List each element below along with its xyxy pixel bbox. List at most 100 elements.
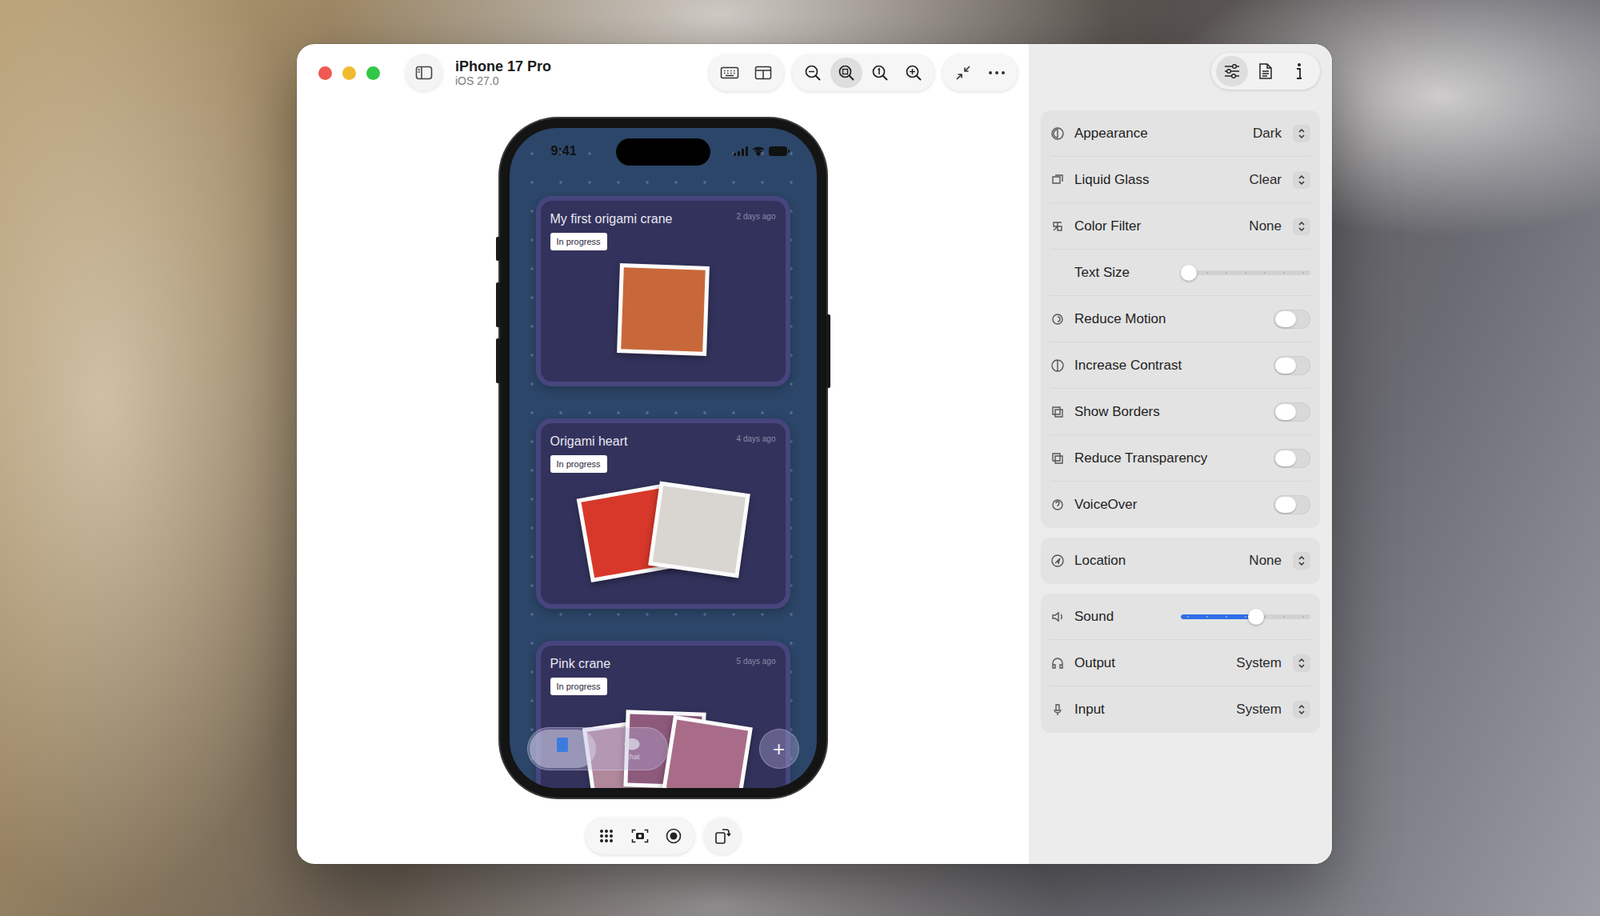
inspector-tab[interactable] xyxy=(1283,56,1316,87)
settings-row: Increase Contrast xyxy=(1050,342,1311,389)
setting-icon xyxy=(1050,265,1065,280)
minimize-button[interactable] xyxy=(342,66,356,80)
chat-icon xyxy=(623,737,641,752)
toggle-knob xyxy=(1275,496,1296,513)
photo-stack xyxy=(550,480,776,601)
record-button[interactable] xyxy=(657,820,690,852)
device-stage: 9:41 My first origami crane2 days agoIn p… xyxy=(296,101,1029,798)
settings-row: Text Size xyxy=(1050,249,1311,296)
keyboard-button[interactable] xyxy=(713,57,746,88)
setting-icon xyxy=(1050,553,1065,568)
settings-row: Color FilterNone xyxy=(1050,203,1311,250)
app-grid-icon xyxy=(599,828,614,844)
sidebar-toggle-button[interactable] xyxy=(405,54,443,92)
settings-list: AppearanceDarkLiquid GlassClearColor Fil… xyxy=(1040,110,1320,733)
setting-slider[interactable] xyxy=(1180,264,1311,282)
setting-label: Text Size xyxy=(1074,264,1172,281)
project-card[interactable]: My first origami crane2 days agoIn progr… xyxy=(536,196,791,387)
status-time: 9:41 xyxy=(551,144,577,159)
setting-icon xyxy=(1050,656,1065,671)
settings-row: Location None xyxy=(1050,537,1311,584)
layout-button[interactable] xyxy=(747,57,780,88)
chevron-updown-icon xyxy=(1297,555,1306,567)
inspector-tab[interactable] xyxy=(1249,56,1282,87)
setting-icon xyxy=(1050,219,1065,234)
slider-thumb[interactable] xyxy=(1180,264,1197,281)
slider-track xyxy=(1180,614,1311,620)
zoom-button[interactable] xyxy=(830,57,863,88)
more-button[interactable] xyxy=(980,57,1013,88)
signal-icon xyxy=(733,146,748,156)
photo[interactable] xyxy=(648,481,751,579)
popup-button[interactable] xyxy=(1292,552,1311,570)
setting-icon xyxy=(1050,312,1065,327)
setting-icon xyxy=(1050,451,1065,466)
zoom-button[interactable] xyxy=(864,57,896,88)
setting-value[interactable]: System xyxy=(1236,701,1282,718)
zoom-button[interactable] xyxy=(897,57,930,88)
chevron-updown-icon xyxy=(1297,220,1306,232)
rotate-button[interactable] xyxy=(704,817,741,855)
setting-toggle[interactable] xyxy=(1273,495,1311,515)
popup-button[interactable] xyxy=(1292,217,1311,236)
dynamic-island xyxy=(616,138,711,166)
document-icon xyxy=(1258,62,1273,80)
setting-toggle[interactable] xyxy=(1273,448,1311,468)
main-area: iPhone 17 ProiOS 27.09:41My first origam… xyxy=(296,44,1029,864)
setting-value[interactable]: None xyxy=(1248,552,1282,569)
zoom-button[interactable] xyxy=(796,57,829,88)
photo[interactable] xyxy=(616,263,710,356)
setting-toggle[interactable] xyxy=(1273,356,1311,376)
setting-icon xyxy=(1050,126,1065,141)
popup-button[interactable] xyxy=(1292,124,1311,143)
setting-toggle[interactable] xyxy=(1273,309,1311,329)
add-button[interactable]: + xyxy=(759,728,800,769)
setting-value[interactable]: Clear xyxy=(1248,172,1282,188)
setting-label: Sound xyxy=(1074,608,1172,625)
home-button[interactable] xyxy=(590,820,623,852)
slider-thumb[interactable] xyxy=(1248,608,1264,625)
popup-button[interactable] xyxy=(1292,654,1311,672)
project-card[interactable]: Origami heart4 days agoIn progress xyxy=(536,418,791,609)
settings-row: InputSystem xyxy=(1050,686,1311,733)
card-title: Origami heart xyxy=(550,432,628,451)
settings-row: Reduce Motion xyxy=(1050,296,1311,343)
setting-label: Liquid Glass xyxy=(1074,172,1240,188)
tab-item[interactable]: Chat xyxy=(599,729,666,768)
magnifier-icon xyxy=(871,64,889,82)
setting-label: Output xyxy=(1074,655,1227,672)
status-badge: In progress xyxy=(550,232,608,251)
setting-label: Reduce Motion xyxy=(1074,311,1264,328)
chevron-updown-icon xyxy=(1297,704,1306,716)
setting-value[interactable]: None xyxy=(1248,218,1282,235)
popup-button[interactable] xyxy=(1292,171,1311,189)
keyboard-icon xyxy=(720,65,740,80)
screenshot-button[interactable] xyxy=(624,820,656,852)
setting-icon xyxy=(1050,404,1065,420)
zoom-window-button[interactable] xyxy=(366,66,380,80)
settings-row: Show Borders xyxy=(1050,388,1311,436)
tab-group: Chat xyxy=(527,727,668,771)
collapse-button[interactable] xyxy=(947,57,980,88)
settings-group: Location None xyxy=(1040,537,1320,584)
magnifier-icon xyxy=(804,64,822,82)
inspector-tab[interactable] xyxy=(1216,56,1248,87)
close-button[interactable] xyxy=(318,66,332,80)
card-date: 5 days ago xyxy=(736,656,776,666)
screenshot-icon xyxy=(631,828,649,844)
inspector-header xyxy=(1040,44,1320,111)
setting-label: Show Borders xyxy=(1074,404,1264,420)
phone-screen[interactable]: 9:41 My first origami crane2 days agoIn p… xyxy=(509,128,817,788)
setting-label: Location xyxy=(1074,552,1240,569)
setting-toggle[interactable] xyxy=(1273,402,1311,422)
setting-value[interactable]: Dark xyxy=(1252,125,1282,142)
popup-button[interactable] xyxy=(1292,700,1311,719)
battery-icon xyxy=(768,146,790,156)
setting-slider[interactable] xyxy=(1180,608,1311,626)
photo[interactable] xyxy=(661,715,753,788)
card-date: 2 days ago xyxy=(736,212,776,221)
setting-label: Increase Contrast xyxy=(1074,357,1264,374)
setting-icon xyxy=(1050,497,1065,512)
tab-item[interactable] xyxy=(529,729,596,768)
setting-value[interactable]: System xyxy=(1236,655,1282,672)
